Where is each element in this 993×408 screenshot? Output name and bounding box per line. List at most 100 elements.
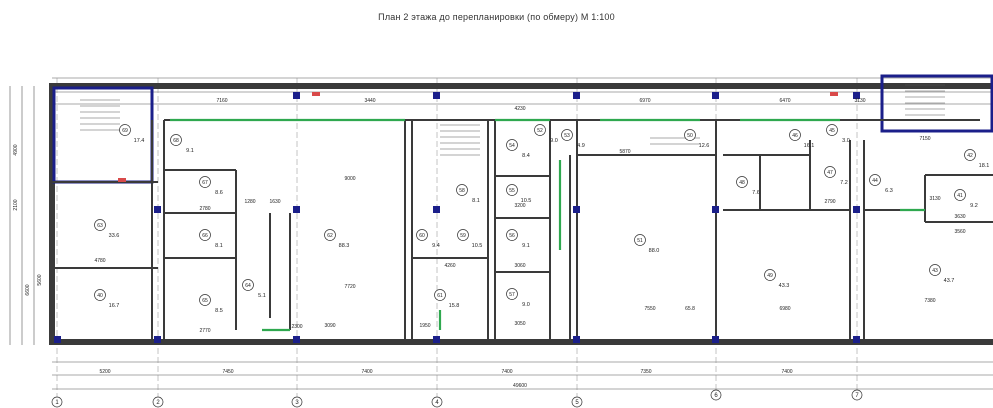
dim-label: 7450: [222, 369, 233, 375]
dim-label: 5870: [619, 149, 630, 155]
dim-label: 2300: [291, 324, 302, 330]
room-markers: 69 17.4 68 9.1 67 8.6 66 8.1 65 8.5 64 5.1 63 33.6 62 8…: [94, 124, 990, 314]
room-number: 66: [202, 233, 208, 239]
room-area: 33.6: [109, 233, 120, 239]
room-area: 3.0: [842, 138, 850, 144]
room-area: 8.6: [215, 190, 223, 196]
dim-label: 4260: [444, 263, 455, 269]
dim-label: 7380: [924, 298, 935, 304]
room-number: 56: [509, 233, 515, 239]
room-area: 43.7: [944, 278, 955, 284]
dim-label: 3130: [854, 98, 865, 104]
room-area: 5.1: [258, 293, 266, 299]
axis-lines: [56, 78, 858, 398]
room-number: 45: [829, 128, 835, 134]
room-area: 18.1: [979, 163, 990, 169]
dim-label: 6980: [779, 306, 790, 312]
bottom-dims: 5200 7450 7400 7400 7350 7400: [99, 369, 792, 375]
dim-label: 7400: [361, 369, 372, 375]
room-number: 58: [459, 188, 465, 194]
room-number: 52: [537, 128, 543, 134]
room-number: 54: [509, 143, 515, 149]
room-area: 9.4: [432, 243, 440, 249]
dim-label: 6470: [779, 98, 790, 104]
floor-plan: 1 2 3 4 5 6 7 49600 5200 7450 7400 7400 …: [9, 74, 993, 408]
room-area: 7.2: [840, 180, 848, 186]
dim-label: 65.8: [685, 306, 695, 312]
dim-label: 6970: [639, 98, 650, 104]
dim-label: 3060: [514, 263, 525, 269]
room-area: 43.3: [779, 283, 790, 289]
room-area: 9.2: [970, 203, 978, 209]
room-area: 9.1: [522, 243, 530, 249]
room-number: 62: [327, 233, 333, 239]
room-area: 8.1: [472, 198, 480, 204]
room-number: 50: [687, 133, 693, 139]
dim-label: 3050: [514, 321, 525, 327]
dim-label: 6600: [25, 284, 31, 295]
room-number: 69: [122, 128, 128, 134]
room-number: 61: [437, 293, 443, 299]
room-number: 48: [739, 180, 745, 186]
dim-label: 3560: [954, 229, 965, 235]
dim-label: 2790: [824, 199, 835, 205]
room-number: 51: [637, 238, 643, 244]
dim-label: 4780: [94, 258, 105, 264]
dim-label: 2100: [13, 199, 19, 210]
room-area: 9.0: [522, 302, 530, 308]
room-area: 10.5: [472, 243, 483, 249]
room-number: 42: [967, 153, 973, 159]
dim-label: 3090: [324, 323, 335, 329]
room-area: 8.5: [215, 308, 223, 314]
windows: [170, 118, 925, 332]
top-dimension-lines: [52, 77, 993, 105]
left-dims: 4900 2100 6600 5600: [13, 144, 43, 295]
dim-label: 7720: [344, 284, 355, 290]
room-area: 15.8: [449, 303, 460, 309]
room-number: 53: [564, 133, 570, 139]
room-area: 7.6: [752, 190, 760, 196]
left-dimension-lines: [9, 86, 35, 345]
room-area: 16.7: [109, 303, 120, 309]
room-area: 16.1: [804, 143, 815, 149]
dim-label: 3630: [954, 214, 965, 220]
room-number: 46: [792, 133, 798, 139]
room-area: 9.1: [186, 148, 194, 154]
room-area: 6.3: [885, 188, 893, 194]
room-number: 43: [932, 268, 938, 274]
dim-label: 9000: [344, 176, 355, 182]
dim-label: 1630: [269, 199, 280, 205]
dim-label: 1280: [244, 199, 255, 205]
room-number: 63: [97, 223, 103, 229]
room-number: 41: [957, 193, 963, 199]
dim-label: 2770: [199, 328, 210, 334]
room-number: 55: [509, 188, 515, 194]
axis-markers: 1 2 3 4 5 6 7: [51, 389, 863, 408]
dim-label: 2780: [199, 206, 210, 212]
dim-label: 4900: [13, 144, 19, 155]
dim-label: 7550: [644, 306, 655, 312]
room-number: 59: [460, 233, 466, 239]
room-number: 44: [872, 178, 878, 184]
room-number: 57: [509, 292, 515, 298]
dim-label: 7150: [919, 136, 930, 142]
room-area: 4.9: [577, 143, 585, 149]
dim-label: 4230: [514, 106, 525, 112]
room-number: 67: [202, 180, 208, 186]
dim-label: 1950: [419, 323, 430, 329]
dim-label: 3440: [364, 98, 375, 104]
room-number: 64: [245, 283, 251, 289]
room-number: 40: [97, 293, 103, 299]
room-area: 88.0: [649, 248, 660, 254]
dim-label: 7160: [216, 98, 227, 104]
room-area: 12.6: [699, 143, 710, 149]
room-number: 68: [173, 138, 179, 144]
stair-left: [52, 86, 154, 184]
dim-label: 7400: [781, 369, 792, 375]
room-number: 65: [202, 298, 208, 304]
room-area: 8.1: [215, 243, 223, 249]
dim-label: 7400: [501, 369, 512, 375]
dim-label: 5200: [99, 369, 110, 375]
dim-label: 3130: [929, 196, 940, 202]
room-number: 47: [827, 170, 833, 176]
